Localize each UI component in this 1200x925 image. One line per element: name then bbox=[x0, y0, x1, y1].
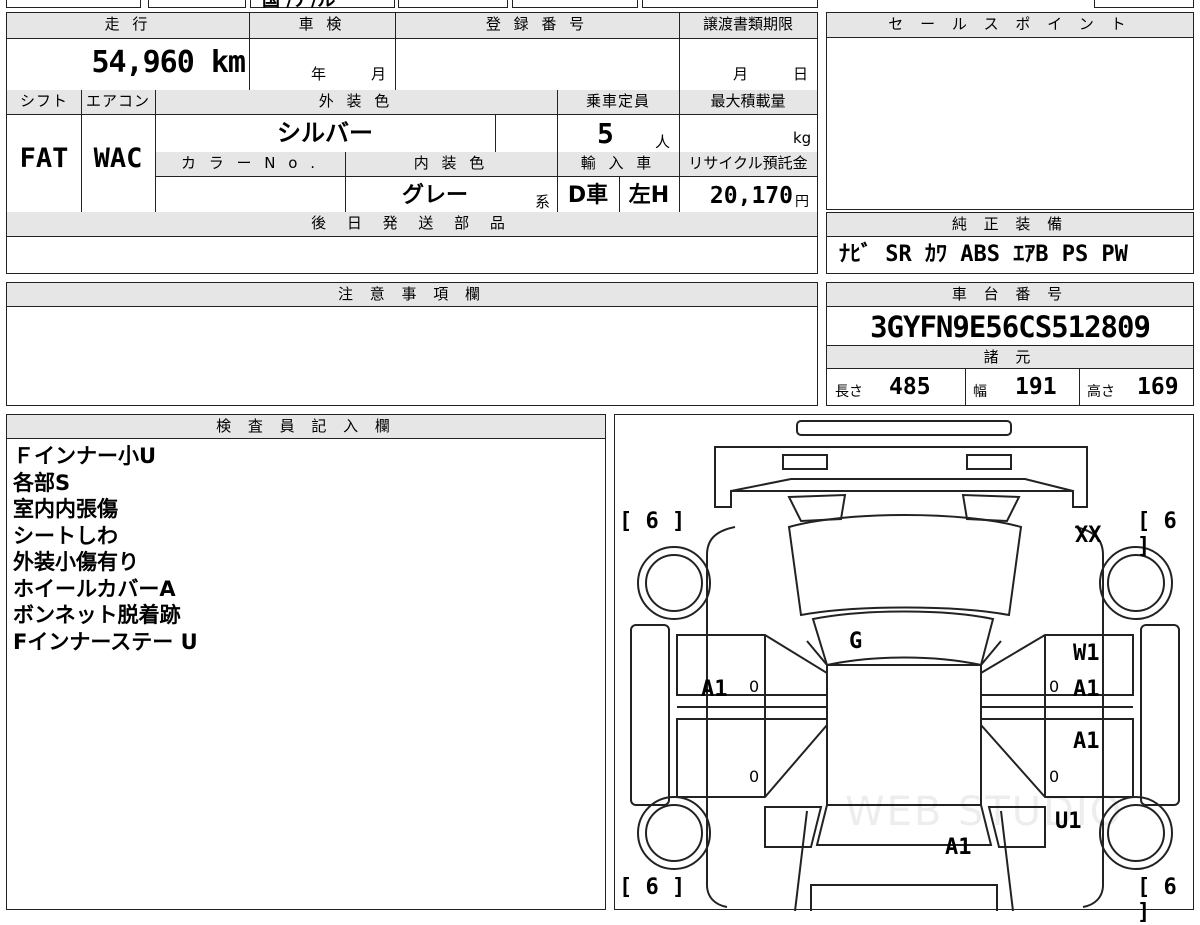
mark-zero: 0 bbox=[1049, 767, 1060, 786]
transfer-deadline-label: 譲渡書類期限 bbox=[679, 13, 817, 38]
mark-left-front: A1 bbox=[701, 677, 728, 702]
inspector-line: ホイールカバーA bbox=[13, 576, 176, 601]
specs-label: 諸 元 bbox=[827, 345, 1193, 369]
equipment-label: 純 正 装 備 bbox=[827, 213, 1193, 237]
mark-zero: 0 bbox=[749, 677, 760, 696]
import-label: 輸 入 車 bbox=[557, 152, 679, 176]
inspector-line: ボンネット脱着跡 bbox=[13, 603, 181, 627]
equipment-value: ﾅﾋﾞ SR ｶﾜ ABS ｴｱB PS PW bbox=[839, 242, 1128, 267]
top-strip-text: 国 /ア/ル bbox=[262, 0, 336, 11]
shaken-year-unit: 年 bbox=[311, 65, 327, 83]
inspector-line: 各部S bbox=[13, 470, 71, 495]
tire-front-left: [ 6 ] bbox=[619, 509, 686, 534]
mark-right-front: A1 bbox=[1073, 677, 1100, 702]
interior-color-label: 内 装 色 bbox=[345, 152, 557, 176]
spec-length-value: 485 bbox=[889, 374, 931, 400]
sales-point-box: セ ー ル ス ポ イ ン ト bbox=[826, 12, 1194, 210]
shift-value: FAT bbox=[19, 143, 69, 174]
watermark: WEB STUDIO bbox=[845, 789, 1124, 835]
capacity-unit: 人 bbox=[655, 133, 671, 151]
inspector-line: 外装小傷有り bbox=[13, 550, 139, 574]
shift-label: シフト bbox=[7, 90, 81, 114]
aircon-value: WAC bbox=[93, 143, 143, 174]
info-grid: 走 行 車 検 登 録 番 号 譲渡書類期限 54,960 km 年 月 月 日… bbox=[6, 12, 818, 274]
exterior-color-label: 外 装 色 bbox=[155, 90, 557, 114]
spec-width-label: 幅 bbox=[973, 384, 987, 400]
mileage-value: 54,960 km bbox=[91, 45, 246, 80]
spec-width-value: 191 bbox=[1015, 374, 1057, 400]
tire-rear-left: [ 6 ] bbox=[619, 875, 686, 900]
max-load-label: 最大積載量 bbox=[679, 90, 817, 114]
inspector-lines: Ｆインナー小U 各部S 室内内張傷 シートしわ 外装小傷有り ホイールカバーA … bbox=[13, 443, 198, 655]
interior-color-value: グレー bbox=[401, 183, 468, 208]
aircon-label: エアコン bbox=[81, 90, 155, 114]
shaken-month-unit: 月 bbox=[371, 65, 387, 83]
tire-front-right: [ 6 ] bbox=[1137, 509, 1177, 559]
inspector-box: 検 査 員 記 入 欄 Ｆインナー小U 各部S 室内内張傷 シートしわ 外装小傷… bbox=[6, 414, 606, 910]
shaken-label: 車 検 bbox=[249, 13, 395, 38]
notes-box: 注 意 事 項 欄 bbox=[6, 282, 818, 406]
import-value-drive: D車 bbox=[567, 183, 609, 208]
recycle-unit: 円 bbox=[795, 194, 809, 210]
deadline-day-unit: 日 bbox=[793, 65, 809, 83]
spec-height-label: 高さ bbox=[1087, 384, 1115, 400]
inspector-line: Fインナーステー U bbox=[13, 629, 198, 654]
chassis-label: 車 台 番 号 bbox=[827, 283, 1193, 307]
inspector-line: 室内内張傷 bbox=[13, 497, 118, 521]
inspector-label: 検 査 員 記 入 欄 bbox=[7, 415, 605, 439]
mark-rear-bottom: A1 bbox=[945, 835, 972, 860]
spec-length-label: 長さ bbox=[835, 384, 863, 400]
mark-right-rear: A1 bbox=[1073, 729, 1100, 754]
color-no-label: カ ラ ー N o . bbox=[155, 152, 345, 176]
mark-zero: 0 bbox=[1049, 677, 1060, 696]
inspector-line: シートしわ bbox=[13, 523, 118, 548]
equipment-box: 純 正 装 備 ﾅﾋﾞ SR ｶﾜ ABS ｴｱB PS PW bbox=[826, 212, 1194, 274]
later-parts-label: 後 日 発 送 部 品 bbox=[7, 212, 817, 236]
import-value-hand: 左H bbox=[628, 183, 670, 208]
max-load-unit: kg bbox=[793, 129, 812, 147]
deadline-month-unit: 月 bbox=[733, 65, 749, 83]
notes-label: 注 意 事 項 欄 bbox=[7, 283, 817, 307]
top-strip bbox=[0, 0, 1200, 8]
inspector-line: Ｆインナー小U bbox=[13, 444, 157, 468]
tire-rear-right: [ 6 ] bbox=[1137, 875, 1177, 925]
mark-right-front-w: W1 bbox=[1073, 641, 1100, 666]
mark-roof-rear: XX bbox=[1075, 523, 1102, 548]
chassis-value: 3GYFN9E56CS512809 bbox=[870, 310, 1151, 344]
mark-zero: 0 bbox=[749, 767, 760, 786]
spec-height-value: 169 bbox=[1137, 374, 1179, 400]
car-diagram bbox=[630, 420, 1180, 911]
recycle-value: 20,170 bbox=[709, 183, 793, 209]
exterior-color-value: シルバー bbox=[277, 119, 373, 147]
mileage-label: 走 行 bbox=[7, 13, 249, 38]
chassis-box: 車 台 番 号 3GYFN9E56CS512809 諸 元 長さ 485 幅 1… bbox=[826, 282, 1194, 406]
car-diagram-box: [ 6 ] [ 6 ] [ 6 ] [ 6 ] XX G A1 W1 A1 A1… bbox=[614, 414, 1194, 925]
recycle-label: リサイクル預託金 bbox=[679, 152, 817, 176]
sales-point-label: セ ー ル ス ポ イ ン ト bbox=[827, 13, 1193, 38]
interior-color-suffix: 系 bbox=[535, 193, 551, 211]
capacity-value: 5 bbox=[597, 117, 614, 150]
registration-label: 登 録 番 号 bbox=[395, 13, 679, 38]
mark-hood: G bbox=[849, 629, 863, 654]
capacity-label: 乗車定員 bbox=[557, 90, 679, 114]
